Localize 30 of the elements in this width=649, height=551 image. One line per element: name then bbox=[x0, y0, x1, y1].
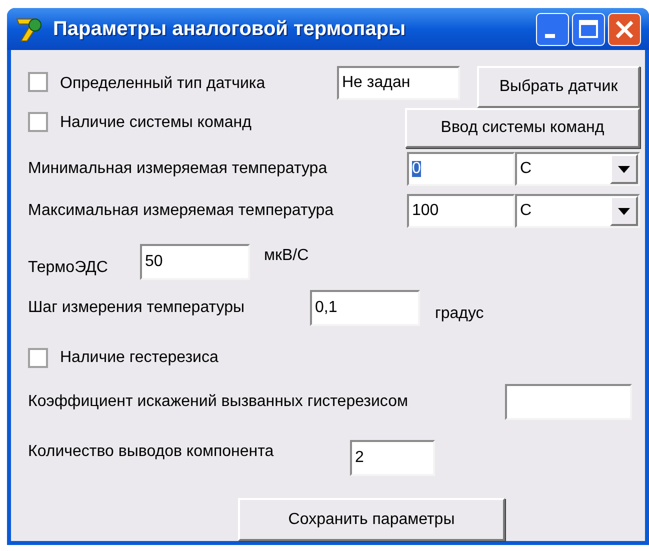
maximize-button[interactable] bbox=[572, 12, 605, 46]
checkbox[interactable] bbox=[28, 112, 48, 132]
input-field[interactable] bbox=[505, 384, 632, 420]
button[interactable]: Выбрать датчик bbox=[477, 66, 640, 108]
unit-label: градус bbox=[435, 304, 484, 324]
input-field[interactable]: 0 bbox=[407, 152, 515, 186]
input-field[interactable]: 0,1 bbox=[310, 290, 420, 326]
minimize-button[interactable] bbox=[536, 12, 569, 46]
field-label: Минимальная измеряемая температура bbox=[28, 159, 328, 179]
field-label: Количество выводов компонента bbox=[28, 442, 275, 462]
checkbox-label: Наличие системы команд bbox=[60, 113, 252, 133]
field-label: Коэффициент искажений вызванных гистерезисом bbox=[28, 392, 409, 412]
checkbox-label: Наличие гестерезиса bbox=[60, 348, 218, 368]
unit-label: мкВ/С bbox=[264, 246, 309, 266]
checkbox[interactable] bbox=[28, 72, 48, 92]
field-label: Шаг измерения температуры bbox=[28, 298, 246, 318]
window-title: Параметры аналоговой термопары bbox=[53, 17, 406, 42]
input-field[interactable]: Не задан bbox=[337, 66, 460, 100]
button[interactable]: Сохранить параметры bbox=[238, 498, 505, 541]
field-label: ТермоЭДС bbox=[28, 258, 109, 278]
checkbox-label: Определенный тип датчика bbox=[60, 74, 266, 94]
input-field[interactable]: 2 bbox=[350, 440, 435, 476]
input-field[interactable]: 100 bbox=[407, 194, 515, 228]
close-button[interactable] bbox=[608, 12, 641, 46]
field-label: Максимальная измеряемая температура bbox=[28, 201, 335, 221]
checkbox[interactable] bbox=[28, 348, 48, 368]
input-field[interactable]: 50 bbox=[140, 244, 250, 280]
unit-dropdown[interactable]: C bbox=[515, 152, 640, 186]
unit-dropdown[interactable]: C bbox=[515, 194, 640, 228]
button[interactable]: Ввод системы команд bbox=[405, 108, 640, 148]
